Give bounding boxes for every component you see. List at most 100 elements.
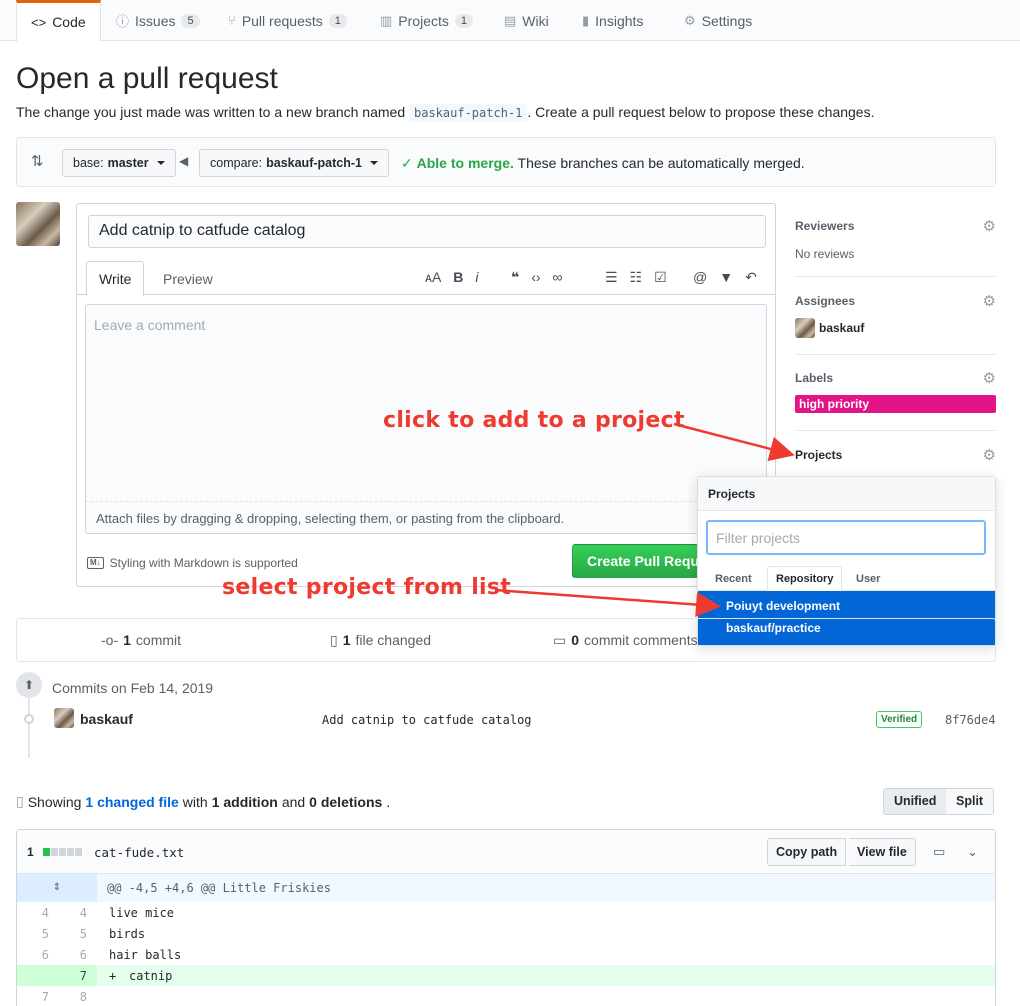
stat-files[interactable]: ▯ 1 file changed bbox=[330, 632, 431, 649]
projects-title[interactable]: Projects bbox=[795, 448, 996, 462]
old-line-number[interactable]: 5 bbox=[17, 927, 49, 941]
compare-bar: ⇅ base: master ◀ compare: baskauf-patch-… bbox=[16, 137, 996, 187]
compare-swap-icon[interactable]: ⇅ bbox=[31, 152, 44, 170]
gear-icon[interactable]: ⚙ bbox=[983, 446, 996, 464]
assignees-title[interactable]: Assignees bbox=[795, 294, 996, 308]
line-code: catnip bbox=[129, 969, 173, 983]
link-icon[interactable]: ∞ bbox=[553, 269, 563, 286]
gear-icon[interactable]: ⚙ bbox=[983, 217, 996, 235]
bookmark-icon[interactable]: ▼ bbox=[719, 269, 733, 286]
hunk-text: @@ -4,5 +4,6 @@ Little Friskies bbox=[107, 881, 331, 895]
text-size-icon[interactable]: ᴀA bbox=[425, 269, 441, 285]
annotation-add-project: click to add to a project bbox=[383, 408, 685, 433]
tab-settings[interactable]: ⚙ Settings bbox=[670, 0, 766, 41]
new-line-number[interactable]: 5 bbox=[57, 927, 87, 941]
gear-icon[interactable]: ⚙ bbox=[983, 369, 996, 387]
file-change-count: 1 bbox=[27, 845, 34, 859]
tab-write[interactable]: Write bbox=[86, 261, 145, 296]
labels-title[interactable]: Labels bbox=[795, 371, 996, 385]
bulleted-list-icon[interactable]: ☰ bbox=[605, 269, 618, 286]
diff-line-added: 7 + catnip bbox=[17, 965, 995, 986]
unified-view-button[interactable]: Unified bbox=[883, 788, 948, 815]
compare-branch-select[interactable]: compare: baskauf-patch-1 bbox=[199, 149, 389, 177]
caret-down-icon bbox=[156, 161, 165, 165]
author-avatar[interactable] bbox=[16, 202, 60, 246]
numbered-list-icon[interactable]: ☷ bbox=[630, 269, 643, 286]
new-line-number[interactable]: 4 bbox=[57, 906, 87, 920]
label-high-priority[interactable]: high priority bbox=[795, 395, 996, 413]
tab-recent[interactable]: Recent bbox=[707, 566, 760, 591]
italic-icon[interactable]: i bbox=[475, 269, 478, 285]
display-icon[interactable]: ▭ bbox=[933, 844, 945, 860]
pull-requests-counter: 1 bbox=[328, 13, 347, 28]
assignee-name[interactable]: baskauf bbox=[819, 321, 864, 335]
stat-commits[interactable]: -o- 1 commit bbox=[101, 632, 181, 648]
new-line-number[interactable]: 7 bbox=[57, 969, 87, 983]
repo-tab-bar: <> Code ⓘ Issues 5 ⑂ Pull requests 1 ▥ P… bbox=[0, 0, 1020, 42]
tab-user[interactable]: User bbox=[848, 566, 888, 591]
attach-files-bar[interactable]: Attach files by dragging & dropping, sel… bbox=[85, 502, 767, 534]
editor-tabs: Write Preview ᴀA B i ❝ ‹› ∞ ☰ ☷ ☑ @ ▼ ↶ bbox=[77, 257, 775, 296]
tab-issues[interactable]: ⓘ Issues 5 bbox=[102, 0, 214, 41]
with-text: with bbox=[182, 793, 208, 810]
tab-label: Pull requests bbox=[241, 12, 323, 29]
markdown-hint[interactable]: M↓ Styling with Markdown is supported bbox=[87, 556, 298, 570]
code-icon: <> bbox=[31, 14, 47, 30]
tab-label: Settings bbox=[701, 12, 753, 29]
old-line-number[interactable]: 6 bbox=[17, 948, 49, 962]
line-code: birds bbox=[109, 927, 146, 941]
stat-comments[interactable]: ▭ 0 commit comments bbox=[553, 632, 698, 649]
reviewers-title[interactable]: Reviewers bbox=[795, 219, 996, 233]
compare-value: baskauf-patch-1 bbox=[266, 156, 362, 170]
comment-textarea[interactable]: Leave a comment bbox=[85, 304, 767, 502]
changed-files-link[interactable]: 1 changed file bbox=[85, 794, 178, 810]
filter-projects-input[interactable]: Filter projects bbox=[706, 520, 986, 555]
file-name[interactable]: cat-fude.txt bbox=[94, 845, 184, 860]
old-line-number[interactable]: 7 bbox=[17, 990, 49, 1004]
pull-request-icon: ⑂ bbox=[228, 13, 236, 28]
markdown-icon: M↓ bbox=[87, 557, 104, 569]
tab-pull-requests[interactable]: ⑂ Pull requests 1 bbox=[214, 0, 361, 41]
files-label: file changed bbox=[355, 632, 432, 648]
split-view-button[interactable]: Split bbox=[946, 788, 995, 815]
tab-insights[interactable]: ▮ Insights bbox=[568, 0, 657, 41]
new-line-number[interactable]: 6 bbox=[57, 948, 87, 962]
issue-icon: ⓘ bbox=[116, 14, 130, 29]
file-icon: ▯ bbox=[16, 793, 24, 809]
view-file-button[interactable]: View file bbox=[849, 838, 916, 866]
title-input[interactable]: Add catnip to catfude catalog bbox=[88, 215, 766, 248]
tab-repository[interactable]: Repository bbox=[767, 566, 843, 591]
diff-line: 4 4 live mice bbox=[17, 902, 995, 923]
commit-dot-icon bbox=[24, 714, 34, 724]
gear-icon: ⚙ bbox=[684, 12, 696, 28]
assignee-avatar[interactable] bbox=[795, 318, 815, 338]
tab-wiki[interactable]: ▤ Wiki bbox=[490, 0, 563, 41]
bold-icon[interactable]: B bbox=[453, 269, 463, 285]
comments-label: commit comments bbox=[584, 632, 698, 648]
mention-icon[interactable]: @ bbox=[693, 269, 707, 286]
divider bbox=[795, 430, 996, 431]
commit-author-avatar[interactable] bbox=[54, 708, 74, 728]
new-line-number[interactable]: 8 bbox=[57, 990, 87, 1004]
gear-icon[interactable]: ⚙ bbox=[983, 292, 996, 310]
commit-author[interactable]: baskauf bbox=[80, 711, 133, 727]
commit-message[interactable]: Add catnip to catfude catalog bbox=[322, 713, 532, 727]
code-icon[interactable]: ‹› bbox=[531, 269, 540, 286]
pull-request-form: Add catnip to catfude catalog Write Prev… bbox=[76, 203, 776, 587]
old-line-number[interactable]: 4 bbox=[17, 906, 49, 920]
file-diff-icon: ▯ bbox=[330, 632, 338, 648]
sidebar-reviewers: Reviewers ⚙ No reviews bbox=[795, 217, 996, 261]
divider bbox=[795, 354, 996, 355]
tab-projects[interactable]: ▥ Projects 1 bbox=[366, 0, 487, 41]
verified-badge[interactable]: Verified bbox=[876, 711, 923, 728]
commit-sha[interactable]: 8f76de4 bbox=[945, 713, 996, 727]
tab-preview[interactable]: Preview bbox=[151, 261, 225, 296]
expand-icon[interactable]: ⇕ bbox=[17, 874, 97, 902]
task-list-icon[interactable]: ☑ bbox=[654, 269, 667, 286]
quote-icon[interactable]: ❝ bbox=[511, 269, 519, 286]
reply-icon[interactable]: ↶ bbox=[745, 269, 757, 286]
tab-code[interactable]: <> Code bbox=[16, 0, 101, 42]
chevron-down-icon[interactable]: ⌄ bbox=[967, 844, 978, 860]
base-branch-select[interactable]: base: master bbox=[62, 149, 176, 177]
copy-path-button[interactable]: Copy path bbox=[767, 838, 847, 866]
